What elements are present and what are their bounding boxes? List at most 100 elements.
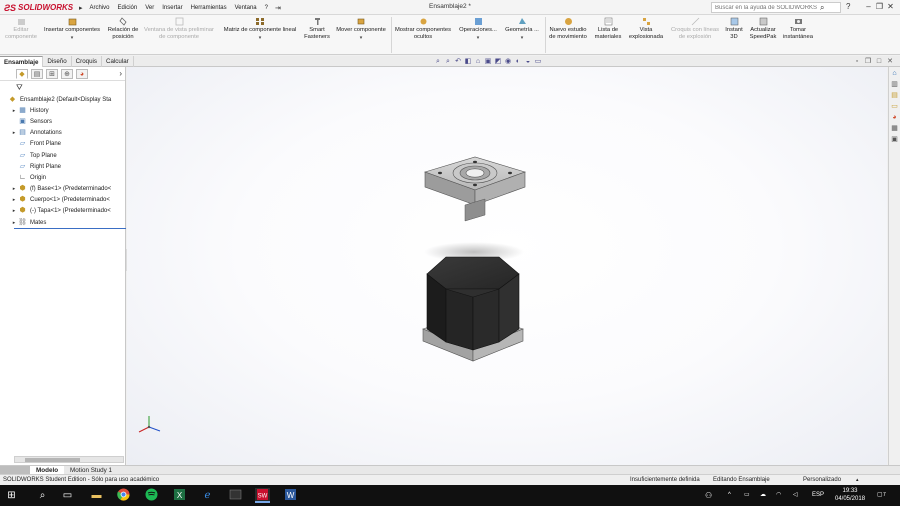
bill-of-materials-button[interactable]: Lista de materiales bbox=[591, 17, 625, 53]
viewport-restore-icon[interactable]: ❐ bbox=[864, 58, 872, 66]
search-icon[interactable]: ⌕ bbox=[35, 488, 50, 503]
edge-icon[interactable]: ℯ bbox=[200, 488, 215, 503]
dimxpert-tab-icon[interactable]: ⊕ bbox=[61, 68, 73, 79]
clock[interactable]: 19:33 04/05/2018 bbox=[835, 487, 865, 503]
people-icon[interactable]: ⚇ bbox=[705, 485, 712, 506]
tab-ensamblaje[interactable]: Ensamblaje bbox=[0, 56, 44, 67]
volume-icon[interactable]: ◁ bbox=[793, 485, 798, 506]
configuration-manager-tab-icon[interactable]: ⊞ bbox=[46, 68, 58, 79]
tree-item-sensors[interactable]: ▣ Sensors bbox=[0, 116, 125, 127]
tree-item-cuerpo[interactable]: ▸ ⬢ Cuerpo<1> (Predeterminado< bbox=[0, 195, 125, 206]
chrome-icon[interactable] bbox=[116, 488, 131, 503]
expand-toggle[interactable]: ▸ bbox=[10, 197, 18, 203]
spotify-icon[interactable] bbox=[144, 488, 159, 503]
zoom-to-fit-icon[interactable]: ⌕ bbox=[434, 57, 442, 66]
expand-toggle[interactable]: ▸ bbox=[10, 108, 18, 114]
tree-item-front-plane[interactable]: ▱ Front Plane bbox=[0, 139, 125, 150]
expand-toggle[interactable]: ▸ bbox=[10, 208, 18, 214]
resources-icon[interactable]: ▥ bbox=[890, 80, 899, 89]
tree-item-mates[interactable]: ▸ ⛓ Mates bbox=[0, 217, 125, 228]
menu-ver[interactable]: Ver bbox=[141, 5, 158, 11]
apply-scene-icon[interactable]: ◒ bbox=[524, 57, 532, 66]
terminal-icon[interactable] bbox=[228, 488, 243, 503]
edit-component-button[interactable]: Editar componente bbox=[2, 17, 40, 53]
display-manager-tab-icon[interactable]: ◕ bbox=[76, 68, 88, 79]
task-view-icon[interactable]: ▭ bbox=[60, 488, 75, 503]
mate-button[interactable]: Relación de posición bbox=[104, 17, 142, 53]
scrollbar-thumb[interactable] bbox=[25, 458, 80, 462]
expand-toggle[interactable]: ▸ bbox=[10, 220, 18, 226]
tree-item-top-plane[interactable]: ▱ Top Plane bbox=[0, 150, 125, 161]
menu-herramientas[interactable]: Herramientas bbox=[187, 5, 231, 11]
pushpin-icon[interactable]: ⇥ bbox=[272, 4, 284, 12]
section-view-icon[interactable]: ◧ bbox=[464, 57, 472, 66]
wifi-icon[interactable]: ◠ bbox=[776, 485, 781, 506]
windows-start-icon[interactable]: ⊞ bbox=[4, 488, 19, 503]
tab-croquis[interactable]: Croquis bbox=[72, 56, 102, 67]
dynamic-annotation-icon[interactable]: ⌂ bbox=[474, 57, 482, 66]
restore-icon[interactable]: ❐ bbox=[874, 1, 885, 13]
notifications-icon[interactable]: ▢ bbox=[877, 485, 883, 506]
expand-toggle[interactable]: ▸ bbox=[10, 186, 18, 192]
viewport-maximize-icon[interactable]: □ bbox=[875, 58, 883, 66]
filter-icon[interactable]: ⛛ bbox=[0, 81, 125, 94]
custom-properties-icon[interactable]: ▦ bbox=[890, 124, 899, 133]
view-orientation-icon[interactable]: ▣ bbox=[484, 57, 492, 66]
update-speedpak-button[interactable]: Actualizar SpeedPak bbox=[746, 17, 780, 53]
dropdown-arrow-icon[interactable]: ▾ bbox=[259, 35, 262, 42]
viewport-minimize-icon[interactable]: ▫ bbox=[853, 58, 861, 66]
model-canvas[interactable] bbox=[127, 67, 887, 465]
instant-3d-button[interactable]: Instant 3D bbox=[723, 17, 745, 53]
view-palette-icon[interactable]: ▣ bbox=[890, 135, 899, 144]
tab-diseno[interactable]: Diseño bbox=[43, 56, 72, 67]
language-indicator[interactable]: ESP bbox=[812, 485, 824, 506]
cloud-icon[interactable]: ☁ bbox=[760, 485, 766, 506]
dropdown-arrow-icon[interactable]: ▾ bbox=[360, 35, 363, 42]
appearances-icon[interactable]: ◕ bbox=[890, 113, 899, 122]
hide-show-items-icon[interactable]: ◉ bbox=[504, 57, 512, 66]
design-library-icon[interactable]: ▤ bbox=[890, 91, 899, 100]
cuerpo-component[interactable] bbox=[426, 256, 520, 351]
move-component-button[interactable]: Mover componente ▾ bbox=[332, 17, 390, 53]
feature-manager-tab-icon[interactable]: ◆ bbox=[16, 68, 28, 79]
dropdown-arrow-icon[interactable]: ▾ bbox=[477, 35, 480, 42]
minimize-icon[interactable]: – bbox=[863, 1, 874, 13]
tree-item-history[interactable]: ▸ ▦ History bbox=[0, 105, 125, 116]
previous-view-icon[interactable]: ↶ bbox=[454, 57, 462, 66]
explode-line-sketch-button[interactable]: Croquis con líneas de explosión bbox=[667, 17, 723, 53]
tray-overflow-icon[interactable]: ^ bbox=[728, 485, 731, 506]
menu-insertar[interactable]: Insertar bbox=[158, 5, 186, 11]
menu-edicion[interactable]: Edición bbox=[114, 5, 142, 11]
component-preview-window-button[interactable]: Ventana de vista preliminar de component… bbox=[142, 17, 216, 53]
expand-toggle[interactable]: ▸ bbox=[10, 130, 18, 136]
tapa-component[interactable] bbox=[424, 156, 526, 222]
file-explorer-icon[interactable]: ▬ bbox=[89, 488, 104, 503]
display-style-icon[interactable]: ◩ bbox=[494, 57, 502, 66]
take-snapshot-button[interactable]: Tomar instantánea bbox=[780, 17, 816, 53]
excel-icon[interactable]: X bbox=[172, 488, 187, 503]
graphics-area[interactable] bbox=[127, 67, 887, 465]
reference-geometry-button[interactable]: Geometría ... ▾ bbox=[500, 17, 544, 53]
assembly-features-button[interactable]: Operaciones... ▾ bbox=[456, 17, 500, 53]
new-motion-study-button[interactable]: Nuevo estudio de movimiento bbox=[546, 17, 590, 53]
tree-item-base[interactable]: ▸ ⬢ (f) Base<1> (Predeterminado< bbox=[0, 184, 125, 195]
dropdown-arrow-icon[interactable]: ▾ bbox=[71, 35, 74, 42]
solidworks-taskbar-icon[interactable]: SW bbox=[255, 488, 270, 503]
tree-item-right-plane[interactable]: ▱ Right Plane bbox=[0, 161, 125, 172]
home-icon[interactable]: ⌂ bbox=[890, 69, 899, 78]
search-icon[interactable]: ⌕ bbox=[820, 3, 824, 13]
exploded-view-button[interactable]: Vista explosionada bbox=[626, 17, 666, 53]
smart-fasteners-button[interactable]: Smart Fasteners bbox=[302, 17, 332, 53]
tree-item-annotations[interactable]: ▸ ▤ Annotations bbox=[0, 128, 125, 139]
tree-item-origin[interactable]: ∟ Origin bbox=[0, 172, 125, 183]
close-icon[interactable]: ✕ bbox=[885, 1, 896, 13]
edit-appearance-icon[interactable]: ◐ bbox=[514, 57, 522, 66]
horizontal-scrollbar[interactable] bbox=[14, 456, 124, 463]
zoom-to-area-icon[interactable]: ⌕ bbox=[444, 57, 452, 66]
property-manager-tab-icon[interactable]: ▤ bbox=[31, 68, 43, 79]
help-search-input[interactable] bbox=[715, 4, 820, 11]
help-search-box[interactable]: ⌕ bbox=[711, 2, 841, 13]
dropdown-arrow-icon[interactable]: ▾ bbox=[521, 35, 524, 42]
chevron-right-icon[interactable]: › bbox=[119, 69, 122, 78]
menu-pin-icon[interactable]: ▸ bbox=[76, 4, 86, 12]
